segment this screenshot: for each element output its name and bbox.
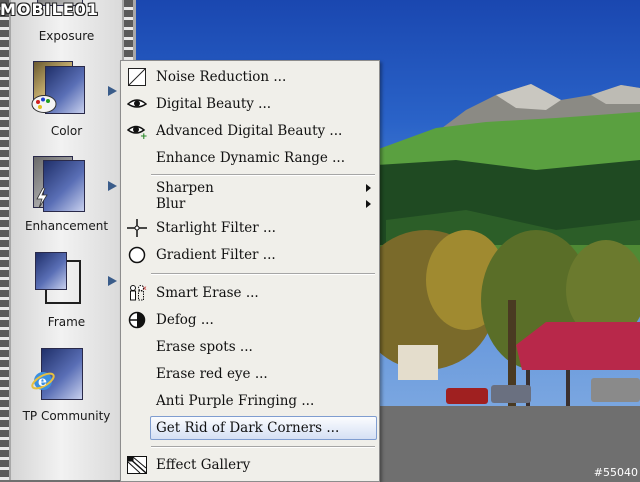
menu-item-defog[interactable]: Defog ... (121, 309, 379, 331)
tool-sidebar: Exposure Color Enhancement Frame e TP Co… (0, 0, 136, 480)
menu-item-enhance-dynamic-range[interactable]: Enhance Dynamic Range ... (121, 147, 379, 169)
smart-erase-icon: x (130, 285, 147, 301)
enhancement-expand-arrow-icon[interactable] (108, 181, 117, 191)
menu-item-blur[interactable]: Blur (121, 196, 379, 212)
menu-separator (151, 273, 375, 275)
menu-item-smart-erase[interactable]: x Smart Erase ... (121, 282, 379, 304)
color-expand-arrow-icon[interactable] (108, 86, 117, 96)
svg-text:x: x (143, 285, 147, 292)
menu-item-label: Erase red eye ... (156, 366, 268, 382)
tool-frame-label: Frame (47, 315, 86, 329)
menu-item-label: Digital Beauty ... (156, 96, 272, 112)
lightning-icon (36, 188, 48, 208)
submenu-arrow-icon (366, 184, 371, 192)
menu-item-label: Anti Purple Fringing ... (156, 393, 315, 409)
menu-item-erase-red-eye[interactable]: Erase red eye ... (121, 363, 379, 385)
tool-color[interactable]: Color (11, 58, 122, 142)
menu-item-label: Advanced Digital Beauty ... (156, 123, 343, 139)
gradient-circle-icon (128, 246, 146, 264)
menu-item-label: Gradient Filter ... (156, 247, 276, 263)
menu-item-label: Enhance Dynamic Range ... (156, 150, 346, 166)
svg-text:e: e (38, 374, 47, 390)
starlight-icon (127, 219, 147, 237)
menu-item-label: Defog ... (156, 312, 214, 328)
tool-enhancement-label: Enhancement (24, 219, 109, 233)
tool-exposure-label: Exposure (38, 29, 95, 43)
internet-explorer-icon: e (31, 372, 55, 390)
tool-frame[interactable]: Frame (11, 246, 122, 332)
tool-tp-community-label: TP Community (22, 409, 111, 423)
eye-icon (127, 99, 147, 108)
menu-item-noise-reduction[interactable]: Noise Reduction ... (121, 66, 379, 88)
eye-plus-icon: + (127, 125, 147, 140)
effect-gallery-icon (127, 456, 147, 474)
menu-item-label: Effect Gallery (156, 457, 251, 473)
noise-reduction-icon (128, 68, 146, 86)
film-perforation-left (0, 0, 9, 480)
menu-item-erase-spots[interactable]: Erase spots ... (121, 336, 379, 358)
menu-item-advanced-digital-beauty[interactable]: + Advanced Digital Beauty ... (121, 120, 379, 142)
enhancement-context-menu: Noise Reduction ... Digital Beauty ... +… (120, 60, 380, 482)
submenu-arrow-icon (366, 200, 371, 208)
menu-item-gradient-filter[interactable]: Gradient Filter ... (121, 244, 379, 266)
menu-separator (151, 174, 375, 176)
menu-item-label: Starlight Filter ... (156, 220, 276, 236)
menu-item-label: Sharpen (156, 180, 214, 196)
svg-text:+: + (140, 132, 147, 140)
menu-item-label: Smart Erase ... (156, 285, 259, 301)
tool-tp-community[interactable]: e TP Community (11, 342, 122, 428)
menu-separator (151, 446, 375, 448)
site-watermark: MOBILE01 (0, 0, 100, 19)
menu-item-effect-gallery[interactable]: Effect Gallery (121, 454, 379, 476)
menu-item-label: Get Rid of Dark Corners ... (156, 420, 340, 436)
frame-expand-arrow-icon[interactable] (108, 276, 117, 286)
frame-thumbnail-icon (35, 252, 67, 290)
menu-item-digital-beauty[interactable]: Digital Beauty ... (121, 93, 379, 115)
image-id-watermark: #55040 (593, 466, 638, 479)
menu-item-sharpen[interactable]: Sharpen (121, 180, 379, 196)
enhancement-thumbnail-icon (43, 160, 85, 212)
menu-item-label: Noise Reduction ... (156, 69, 287, 85)
tool-enhancement[interactable]: Enhancement (11, 150, 122, 236)
menu-item-starlight-filter[interactable]: Starlight Filter ... (121, 217, 379, 239)
menu-item-get-rid-of-dark-corners[interactable]: Get Rid of Dark Corners ... (150, 416, 377, 440)
menu-item-label: Erase spots ... (156, 339, 253, 355)
tool-color-label: Color (50, 124, 83, 138)
menu-item-label: Blur (156, 196, 186, 212)
menu-item-anti-purple-fringing[interactable]: Anti Purple Fringing ... (121, 390, 379, 412)
palette-icon (31, 95, 57, 113)
defog-icon (128, 311, 146, 329)
